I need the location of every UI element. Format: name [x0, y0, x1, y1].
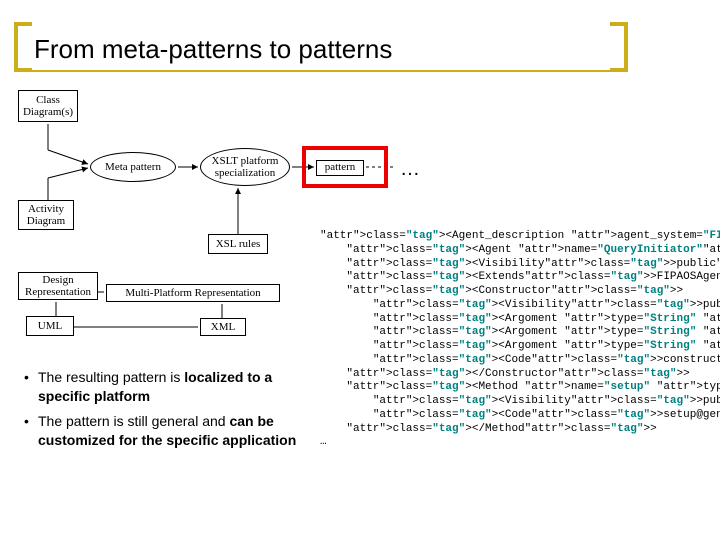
bullet-list: The resulting pattern is localized to a …	[24, 368, 308, 456]
node-class-diagrams: Class Diagram(s)	[18, 90, 78, 122]
node-xml: XML	[200, 318, 246, 336]
node-xsl-rules: XSL rules	[208, 234, 268, 254]
code-block: "attr">class="tag"><Agent_description "a…	[320, 230, 714, 450]
node-pattern: pattern	[316, 160, 364, 176]
bracket-right	[610, 22, 628, 72]
node-multi-platform: Multi-Platform Representation	[106, 284, 280, 302]
node-xslt-platform: XSLT platform specialization	[200, 148, 290, 186]
node-meta-pattern: Meta pattern	[90, 152, 176, 182]
ellipsis: …	[400, 158, 420, 181]
bracket-left	[14, 22, 32, 72]
node-uml: UML	[26, 316, 74, 336]
node-activity-diagram: Activity Diagram	[18, 200, 74, 230]
bullet-item: The resulting pattern is localized to a …	[24, 368, 308, 406]
bullet-item: The pattern is still general and can be …	[24, 412, 308, 450]
page-title: From meta-patterns to patterns	[34, 34, 392, 65]
node-design-representation: Design Representation	[18, 272, 98, 300]
title-underline	[14, 70, 628, 72]
